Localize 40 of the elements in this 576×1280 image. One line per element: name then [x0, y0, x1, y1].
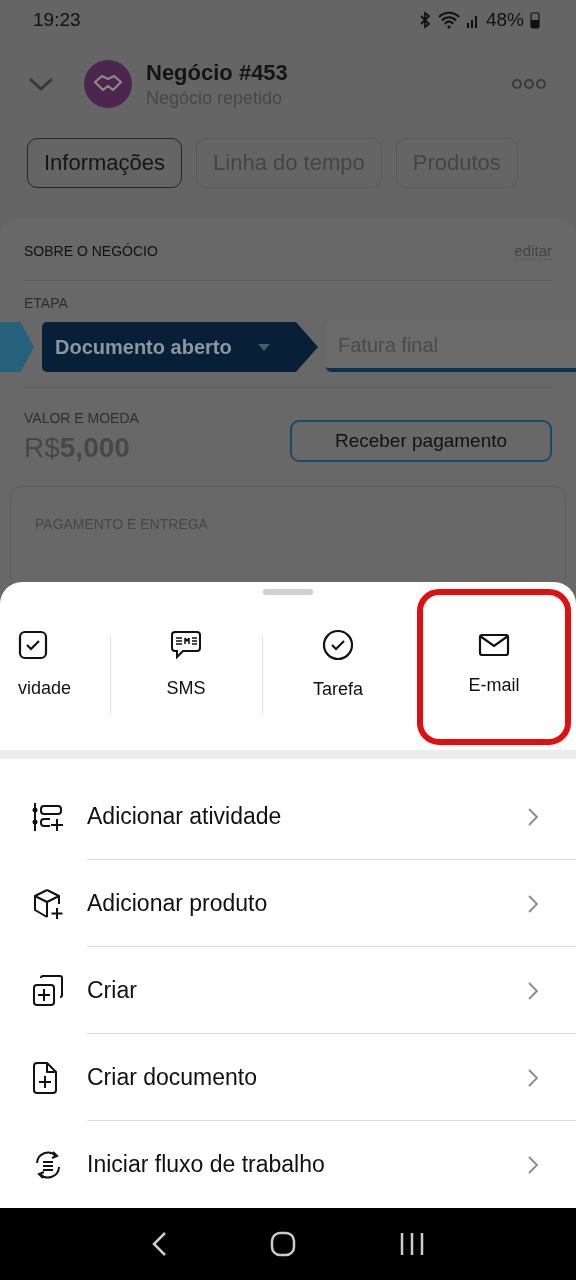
quick-action[interactable]: Tarefa — [262, 594, 414, 745]
add-box-icon — [32, 887, 64, 920]
add-document-icon — [32, 1061, 58, 1094]
bluetooth-icon — [417, 11, 432, 29]
deal-title: Negócio #453 — [146, 59, 289, 86]
chevron-right-icon — [528, 1155, 538, 1174]
checkbox-icon — [18, 630, 48, 660]
battery-icon — [530, 11, 540, 29]
recents-icon[interactable] — [398, 1232, 425, 1256]
drag-handle[interactable] — [263, 589, 313, 595]
chevron-right-icon — [528, 1068, 538, 1087]
home-icon[interactable] — [270, 1231, 296, 1257]
chevron-right-icon — [528, 894, 538, 913]
chevron-down-icon[interactable] — [28, 76, 54, 92]
menu-item[interactable]: Criar documento — [0, 1034, 576, 1121]
check-circle-icon — [322, 629, 354, 661]
battery-level: 48% — [485, 9, 524, 31]
quick-action[interactable]: vidade — [0, 594, 110, 745]
chevron-right-icon — [528, 807, 538, 826]
chat-bubble-icon — [170, 630, 202, 660]
amount-label: VALOR E MOEDA — [24, 410, 139, 426]
wifi-icon — [437, 11, 460, 29]
dropdown-icon — [258, 343, 270, 351]
menu-item[interactable]: Adicionar atividade — [0, 773, 576, 860]
more-icon[interactable] — [512, 78, 546, 90]
envelope-icon — [478, 633, 510, 657]
quick-action[interactable]: SMS — [110, 594, 262, 745]
status-time: 19:23 — [33, 9, 81, 31]
menu-item[interactable]: Iniciar fluxo de trabalho — [0, 1121, 576, 1208]
quick-action[interactable]: E-mail — [414, 594, 574, 745]
add-copy-icon — [32, 974, 64, 1007]
stage-step[interactable] — [0, 322, 34, 372]
chevron-right-icon — [528, 981, 538, 1000]
section-heading: SOBRE O NEGÓCIO — [24, 243, 158, 259]
menu-item[interactable]: Adicionar produto — [0, 860, 576, 947]
back-icon[interactable] — [151, 1231, 168, 1257]
menu-item[interactable]: Criar — [0, 947, 576, 1034]
stage-label: ETAPA — [24, 295, 69, 311]
stage-step[interactable]: Documento aberto — [42, 322, 318, 372]
add-list-icon — [32, 801, 64, 832]
